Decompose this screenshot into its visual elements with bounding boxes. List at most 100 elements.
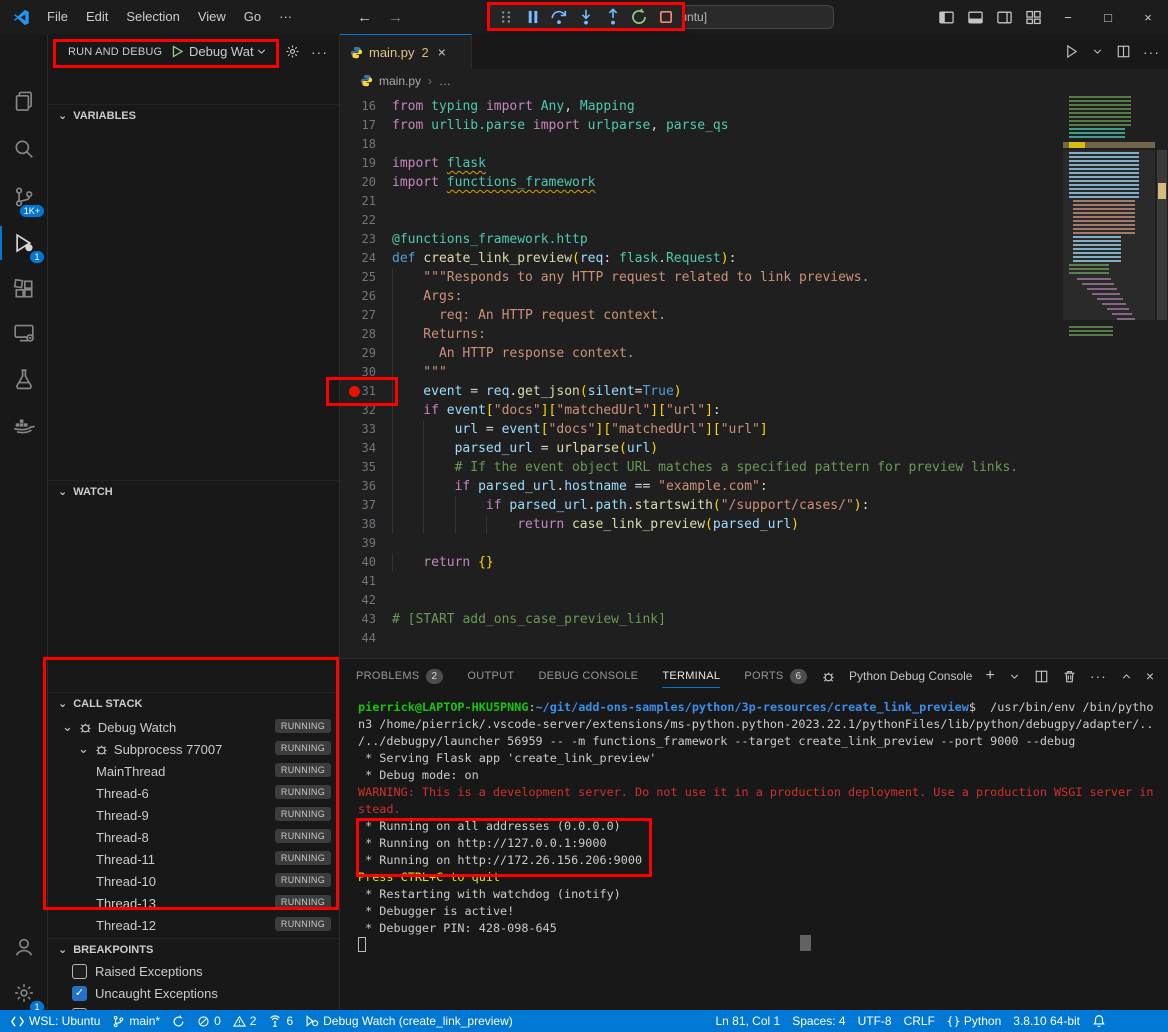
- more-actions-icon[interactable]: ···: [311, 44, 328, 60]
- status-ln-81-col-1[interactable]: Ln 81, Col 1: [709, 1010, 786, 1032]
- panel-tab-debug-console[interactable]: DEBUG CONSOLE: [538, 659, 638, 693]
- debug-pause-icon[interactable]: [524, 8, 542, 26]
- watch-section-header[interactable]: ⌄WATCH: [48, 480, 339, 502]
- callstack-row-thread-6[interactable]: Thread-6RUNNING: [48, 782, 339, 804]
- code-line-40[interactable]: 40 return {}: [340, 553, 1056, 572]
- editor-more-actions-icon[interactable]: ···: [1143, 44, 1160, 60]
- panel-tab-terminal[interactable]: TERMINAL: [662, 659, 720, 693]
- menu-edit[interactable]: Edit: [77, 5, 117, 29]
- status-crlf[interactable]: CRLF: [898, 1010, 941, 1032]
- code-line-25[interactable]: 25 """Responds to any HTTP request relat…: [340, 268, 1056, 287]
- menu-[interactable]: ···: [270, 5, 301, 29]
- activity-account-icon[interactable]: [0, 924, 48, 970]
- code-line-34[interactable]: 34 parsed_url = urlparse(url): [340, 439, 1056, 458]
- terminal-instance-label[interactable]: Python Debug Console: [849, 669, 972, 683]
- code-line-17[interactable]: 17from urllib.parse import urlparse, par…: [340, 116, 1056, 135]
- layout-bottom-icon[interactable]: [961, 9, 990, 26]
- launch-config-dropdown[interactable]: Debug Wat: [189, 44, 254, 59]
- menu-view[interactable]: View: [189, 5, 235, 29]
- nav-forward-icon[interactable]: →: [380, 9, 411, 26]
- status-python[interactable]: Python: [941, 1010, 1007, 1032]
- breakpoint-checkbox[interactable]: ✓: [72, 986, 87, 1001]
- status-bell[interactable]: [1086, 1010, 1112, 1032]
- debug-restart-icon[interactable]: [630, 8, 648, 26]
- activity-run-debug-icon[interactable]: 1: [0, 220, 48, 266]
- activity-remote-explorer-icon[interactable]: [0, 310, 48, 356]
- code-line-33[interactable]: 33 url = event["docs"]["matchedUrl"]["ur…: [340, 420, 1056, 439]
- nav-back-icon[interactable]: ←: [349, 9, 380, 26]
- debug-step-out-icon[interactable]: [604, 8, 622, 26]
- layout-right-icon[interactable]: [990, 9, 1019, 26]
- code-line-44[interactable]: 44: [340, 629, 1056, 648]
- menu-selection[interactable]: Selection: [117, 5, 188, 29]
- layout-grid-icon[interactable]: [1019, 9, 1048, 26]
- close-button[interactable]: ×: [1128, 10, 1168, 25]
- callstack-row-subprocess-77007[interactable]: ⌄Subprocess 77007RUNNING: [48, 738, 339, 760]
- breadcrumb[interactable]: main.py › …: [340, 69, 1168, 92]
- activity-search-icon[interactable]: [0, 126, 48, 172]
- callstack-row-mainthread[interactable]: MainThreadRUNNING: [48, 760, 339, 782]
- code-line-29[interactable]: 29 An HTTP response context.: [340, 344, 1056, 363]
- twisty-icon[interactable]: ⌄: [62, 719, 73, 735]
- status-2[interactable]: 2: [227, 1010, 263, 1032]
- menu-file[interactable]: File: [38, 5, 77, 29]
- panel-more-actions-icon[interactable]: ···: [1090, 668, 1107, 684]
- minimap[interactable]: [1063, 92, 1155, 658]
- status-spaces-4[interactable]: Spaces: 4: [786, 1010, 851, 1032]
- variables-section-header[interactable]: ⌄VARIABLES: [48, 104, 339, 126]
- code-line-36[interactable]: 36 if parsed_url.hostname == "example.co…: [340, 477, 1056, 496]
- start-debug-button[interactable]: [171, 45, 184, 58]
- status-utf-8[interactable]: UTF-8: [852, 1010, 898, 1032]
- callstack-section-header[interactable]: ⌄CALL STACK: [48, 692, 339, 714]
- run-python-file-icon[interactable]: [1064, 44, 1079, 59]
- breakpoints-section-header[interactable]: ⌄BREAKPOINTS: [48, 938, 339, 960]
- code-line-19[interactable]: 19import flask: [340, 154, 1056, 173]
- activity-extensions-icon[interactable]: [0, 266, 48, 312]
- code-line-31[interactable]: 31 event = req.get_json(silent=True): [340, 382, 1056, 401]
- panel-tab-ports[interactable]: PORTS6: [744, 659, 807, 693]
- debug-grip-icon[interactable]: [497, 8, 515, 26]
- code-line-26[interactable]: 26 Args:: [340, 287, 1056, 306]
- gear-icon[interactable]: [285, 44, 300, 59]
- minimap-slider[interactable]: [1063, 150, 1155, 320]
- menu-go[interactable]: Go: [235, 5, 270, 29]
- terminal-dropdown-chevron-icon[interactable]: [1008, 670, 1021, 683]
- code-line-32[interactable]: 32 if event["docs"]["matchedUrl"]["url"]…: [340, 401, 1056, 420]
- code-line-16[interactable]: 16from typing import Any, Mapping: [340, 97, 1056, 116]
- code-line-24[interactable]: 24def create_link_preview(req: flask.Req…: [340, 249, 1056, 268]
- twisty-icon[interactable]: ⌄: [78, 741, 89, 757]
- breakpoint-glyph-icon[interactable]: [349, 386, 360, 397]
- code-line-39[interactable]: 39: [340, 534, 1056, 553]
- callstack-row-thread-10[interactable]: Thread-10RUNNING: [48, 870, 339, 892]
- status-wsl-ubuntu[interactable]: WSL: Ubuntu: [4, 1010, 106, 1032]
- new-terminal-icon[interactable]: +: [985, 667, 994, 685]
- callstack-row-thread-12[interactable]: Thread-12RUNNING: [48, 914, 339, 936]
- code-line-42[interactable]: 42: [340, 591, 1056, 610]
- callstack-row-thread-8[interactable]: Thread-8RUNNING: [48, 826, 339, 848]
- status-0[interactable]: 0: [191, 1010, 227, 1032]
- close-panel-icon[interactable]: ×: [1146, 668, 1154, 684]
- activity-explorer-icon[interactable]: [0, 78, 48, 124]
- code-line-35[interactable]: 35 # If the event object URL matches a s…: [340, 458, 1056, 477]
- code-editor[interactable]: 16from typing import Any, Mapping17from …: [340, 92, 1056, 658]
- code-line-37[interactable]: 37 if parsed_url.path.startswith("/suppo…: [340, 496, 1056, 515]
- tab-close-icon[interactable]: ×: [438, 44, 446, 60]
- panel-tab-output[interactable]: OUTPUT: [467, 659, 514, 693]
- split-terminal-icon[interactable]: [1034, 669, 1049, 684]
- callstack-row-thread-9[interactable]: Thread-9RUNNING: [48, 804, 339, 826]
- breakpoint-row-uncaught-exceptions[interactable]: ✓Uncaught Exceptions: [48, 982, 339, 1004]
- kill-terminal-icon[interactable]: [1062, 669, 1077, 684]
- maximize-panel-icon[interactable]: [1120, 670, 1133, 683]
- breakpoint-row-raised-exceptions[interactable]: Raised Exceptions: [48, 960, 339, 982]
- code-line-41[interactable]: 41: [340, 572, 1056, 591]
- tab-main-py[interactable]: main.py 2 ×: [340, 34, 472, 69]
- code-line-21[interactable]: 21: [340, 192, 1056, 211]
- status-3-8-10-64-bit[interactable]: 3.8.10 64-bit: [1007, 1010, 1086, 1032]
- minimize-button[interactable]: −: [1048, 10, 1088, 25]
- layout-left-icon[interactable]: [932, 9, 961, 26]
- code-line-38[interactable]: 38 return case_link_preview(parsed_url): [340, 515, 1056, 534]
- status-sync[interactable]: [166, 1010, 191, 1032]
- callstack-row-thread-13[interactable]: Thread-13RUNNING: [48, 892, 339, 914]
- callstack-row-thread-11[interactable]: Thread-11RUNNING: [48, 848, 339, 870]
- debug-step-into-icon[interactable]: [577, 8, 595, 26]
